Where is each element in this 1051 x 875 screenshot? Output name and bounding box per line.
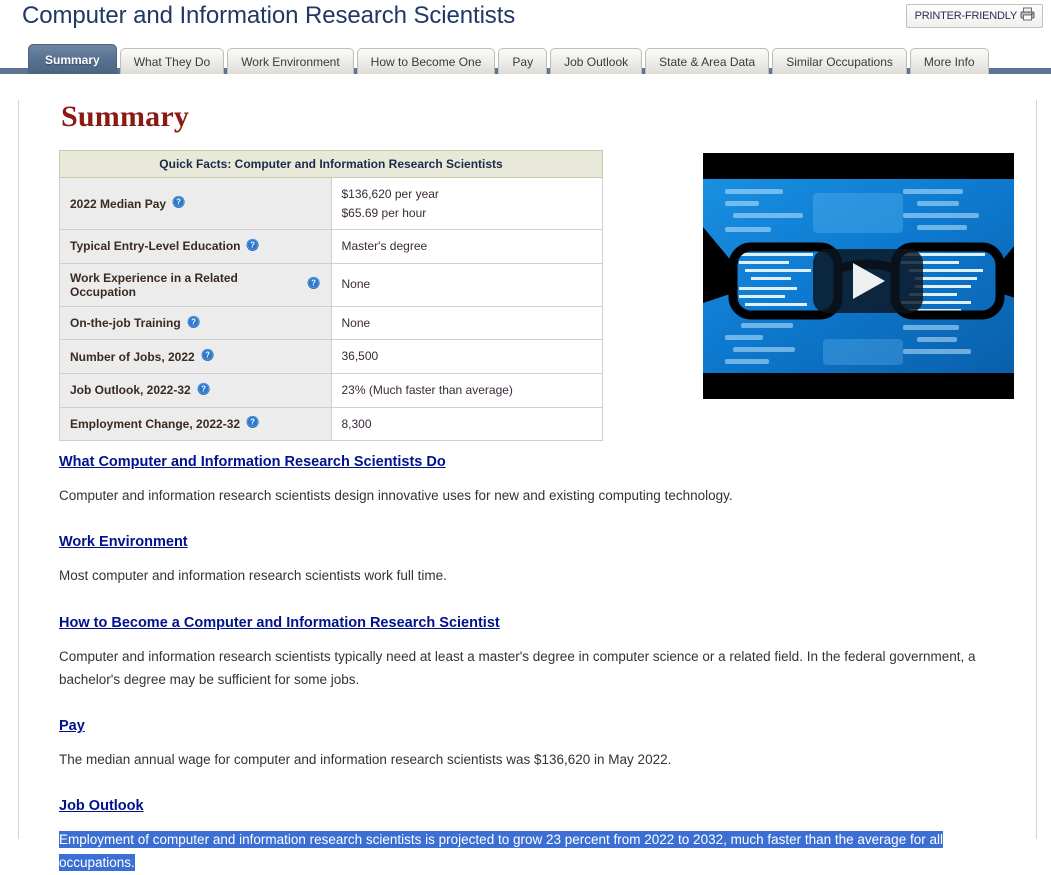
content-panel: Summary Quick Facts: Computer and Inform…	[18, 100, 1037, 872]
fact-label: Number of Jobs, 2022	[70, 349, 195, 364]
svg-text:?: ?	[201, 384, 206, 393]
fact-label-cell: 2022 Median Pay ?	[59, 176, 332, 231]
fact-label: Work Experience in a Related Occupation	[70, 270, 238, 299]
help-question-icon[interactable]: ?	[197, 382, 211, 399]
tab-label: Summary	[45, 52, 100, 67]
section-paragraph: Most computer and information research s…	[59, 564, 1014, 587]
summary-section: Job Outlook Employment of computer and i…	[59, 797, 1014, 874]
fact-label-cell: Work Experience in a Related Occupation …	[59, 262, 332, 307]
table-row: Employment Change, 2022-32 ? 8,300	[59, 406, 604, 442]
help-question-icon[interactable]: ?	[187, 315, 201, 332]
quick-facts-caption: Quick Facts: Computer and Information Re…	[58, 150, 604, 178]
tab-label: What They Do	[133, 54, 211, 69]
fact-value-cell: Master's degree	[330, 229, 604, 264]
fact-label-cell: Number of Jobs, 2022 ?	[59, 339, 332, 374]
fact-value-cell: 36,500	[330, 339, 604, 374]
tab-label: How to Become One	[370, 54, 482, 69]
fact-label-cell: Employment Change, 2022-32 ?	[59, 406, 332, 442]
tab-label: Job Outlook	[564, 54, 629, 69]
section-link-pay[interactable]: Pay	[59, 718, 85, 734]
table-row: Job Outlook, 2022-32 ? 23% (Much faster …	[59, 372, 604, 408]
svg-text:?: ?	[311, 279, 316, 288]
help-question-icon[interactable]: ?	[201, 348, 215, 365]
section-link-job-outlook[interactable]: Job Outlook	[59, 798, 144, 814]
table-row: Typical Entry-Level Education ? Master's…	[59, 229, 604, 264]
fact-value-cell: None	[330, 262, 604, 307]
fact-label: On-the-job Training	[70, 316, 181, 331]
tab-what-they-do[interactable]: What They Do	[119, 48, 225, 74]
fact-label-cell: On-the-job Training ?	[59, 305, 332, 341]
fact-value-line: $65.69 per hour	[341, 205, 427, 220]
tab-bar: Summary What They Do Work Environment Ho…	[0, 42, 1051, 74]
page-title: Computer and Information Research Scient…	[22, 2, 516, 29]
help-question-icon[interactable]: ?	[307, 276, 321, 293]
help-question-icon[interactable]: ?	[246, 415, 260, 432]
help-question-icon[interactable]: ?	[172, 195, 186, 212]
tab-state-area-data[interactable]: State & Area Data	[645, 48, 770, 74]
section-link-what-they-do[interactable]: What Computer and Information Research S…	[59, 454, 446, 470]
tab-similar-occupations[interactable]: Similar Occupations	[772, 48, 907, 74]
svg-text:?: ?	[176, 198, 181, 207]
tab-label: Pay	[512, 54, 534, 69]
tab-more-info[interactable]: More Info	[909, 48, 989, 74]
table-caption-row: Quick Facts: Computer and Information Re…	[58, 150, 604, 178]
section-paragraph: Computer and information research scient…	[59, 645, 1014, 691]
tab-job-outlook[interactable]: Job Outlook	[550, 48, 643, 74]
fact-label-cell: Job Outlook, 2022-32 ?	[59, 372, 332, 408]
summary-top-row: Quick Facts: Computer and Information Re…	[41, 150, 1014, 442]
fact-value-line: $136,620 per year	[341, 187, 439, 201]
fact-label: 2022 Median Pay	[70, 196, 167, 211]
printer-friendly-button[interactable]: PRINTER-FRIENDLY	[905, 4, 1043, 28]
svg-text:?: ?	[205, 351, 210, 360]
section-link-how-to-become-one[interactable]: How to Become a Computer and Information…	[59, 615, 500, 631]
summary-section: What Computer and Information Research S…	[59, 453, 1014, 507]
section-link-work-environment[interactable]: Work Environment	[59, 534, 188, 550]
quick-facts-table: Quick Facts: Computer and Information Re…	[58, 150, 604, 442]
fact-value-cell: $136,620 per year $65.69 per hour	[330, 176, 604, 231]
tab-label: Work Environment	[241, 54, 340, 69]
tab-pay[interactable]: Pay	[498, 48, 548, 74]
fact-value-cell: 8,300	[330, 406, 604, 442]
svg-text:?: ?	[191, 317, 196, 326]
table-row: Work Experience in a Related Occupation …	[59, 262, 604, 307]
svg-text:?: ?	[250, 418, 255, 427]
help-question-icon[interactable]: ?	[246, 238, 260, 255]
fact-label: Job Outlook, 2022-32	[70, 383, 191, 398]
occupation-video-thumbnail[interactable]	[703, 153, 1014, 399]
fact-label: Employment Change, 2022-32	[70, 416, 241, 431]
section-paragraph-text: Computer and information research scient…	[59, 648, 976, 687]
page-header: Computer and Information Research Scient…	[0, 0, 1051, 36]
section-paragraph-text: Most computer and information research s…	[59, 568, 447, 584]
summary-sections: What Computer and Information Research S…	[59, 453, 1014, 875]
tab-label: More Info	[923, 54, 975, 69]
fact-label-cell: Typical Entry-Level Education ?	[59, 229, 332, 264]
tab-summary[interactable]: Summary	[28, 44, 117, 74]
fact-value-cell: 23% (Much faster than average)	[330, 372, 604, 408]
table-row: Number of Jobs, 2022 ? 36,500	[59, 339, 604, 374]
section-paragraph: The median annual wage for computer and …	[59, 748, 1014, 771]
section-paragraph-text: The median annual wage for computer and …	[59, 752, 672, 768]
section-paragraph: Computer and information research scient…	[59, 484, 1014, 507]
fact-label: Typical Entry-Level Education	[70, 239, 241, 254]
summary-section: Pay The median annual wage for computer …	[59, 717, 1014, 771]
tab-how-to-become-one[interactable]: How to Become One	[356, 48, 496, 74]
section-paragraph-selected: Employment of computer and information r…	[59, 828, 1014, 874]
fact-value-cell: None	[330, 305, 604, 341]
tab-label: Similar Occupations	[786, 54, 893, 69]
section-paragraph-text: Employment of computer and information r…	[59, 831, 943, 872]
section-paragraph-text: Computer and information research scient…	[59, 488, 733, 504]
printer-icon	[1020, 7, 1035, 26]
summary-section: How to Become a Computer and Information…	[59, 614, 1014, 691]
table-row: 2022 Median Pay ? $136,620 per year $65.…	[59, 176, 604, 231]
svg-text:?: ?	[251, 241, 256, 250]
tab-work-environment[interactable]: Work Environment	[227, 48, 354, 74]
summary-section: Work Environment Most computer and infor…	[59, 533, 1014, 587]
table-row: On-the-job Training ? None	[59, 305, 604, 341]
tab-label: State & Area Data	[659, 54, 756, 69]
page-section-title: Summary	[61, 100, 190, 133]
printer-friendly-label: PRINTER-FRIENDLY	[914, 10, 1018, 22]
